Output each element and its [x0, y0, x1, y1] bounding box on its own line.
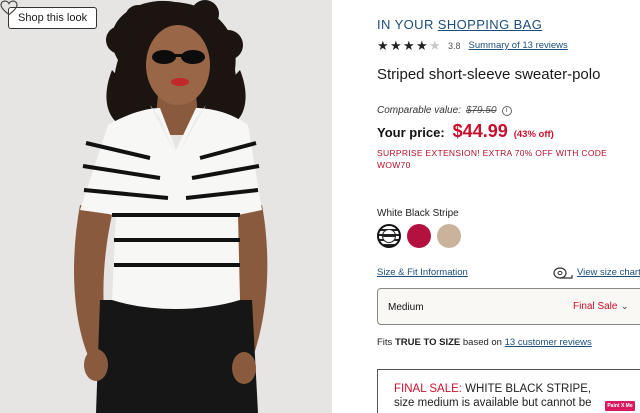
size-dropdown[interactable]: Medium Final Sale ⌄ — [377, 288, 640, 325]
promo-message: SURPRISE EXTENSION! EXTRA 70% OFF WITH C… — [377, 148, 608, 170]
shop-this-look-button[interactable]: Shop this look — [8, 7, 98, 29]
final-sale-notice: FINAL SALE: WHITE BLACK STRIPE, size med… — [377, 369, 640, 413]
fit-middle: based on — [462, 337, 502, 348]
in-bag-notice: IN YOUR SHOPPING BAG — [377, 17, 542, 32]
info-icon[interactable]: i — [501, 105, 512, 116]
measuring-tape-icon — [553, 267, 573, 279]
discount-percent: (43% off) — [513, 129, 554, 140]
model-illustration — [0, 0, 332, 413]
product-photo[interactable]: Shop this look — [0, 0, 332, 413]
star-filled-icon: ★ — [416, 38, 428, 53]
rating-stars: ★ ★ ★ ★ ★ — [377, 39, 442, 52]
size-chart-link[interactable]: View size chart — [577, 267, 640, 278]
star-filled-icon: ★ — [403, 38, 415, 53]
final-sale-text: FINAL SALE: WHITE BLACK STRIPE, size med… — [394, 382, 604, 410]
fit-verdict: TRUE TO SIZE — [394, 337, 461, 348]
star-filled-icon: ★ — [377, 38, 389, 53]
product-title: Striped short-sleeve sweater-polo — [377, 66, 601, 83]
color-swatches — [377, 224, 467, 248]
fit-prefix: Fits — [377, 337, 393, 348]
size-fit-info-link[interactable]: Size & Fit Information — [377, 267, 468, 278]
swatch-tan[interactable] — [437, 224, 461, 248]
product-details: IN YOUR SHOPPING BAG ★ ★ ★ ★ ★ 3.8 Summa… — [377, 0, 640, 413]
reviews-summary-link[interactable]: Summary of 13 reviews — [469, 40, 568, 51]
extension-badge[interactable]: Paint X Me — [605, 401, 635, 411]
star-filled-icon: ★ — [390, 38, 402, 53]
rating-row: ★ ★ ★ ★ ★ 3.8 Summary of 13 reviews — [377, 39, 568, 52]
size-final-sale-note: Final Sale — [573, 301, 618, 312]
chevron-down-icon: ⌄ — [621, 301, 629, 311]
swatch-red[interactable] — [407, 224, 431, 248]
heart-outline-icon[interactable] — [0, 0, 18, 16]
sale-price: $44.99 — [452, 121, 508, 141]
comparable-value: Comparable value: $79.50 i — [377, 105, 512, 116]
your-price-label: Your price: — [377, 125, 445, 140]
size-selected-value: Medium — [388, 302, 424, 313]
swatch-white-black-stripe[interactable] — [377, 224, 401, 248]
your-price: Your price: $44.99 (43% off) — [377, 121, 554, 142]
selected-color-name: White Black Stripe — [377, 208, 459, 219]
fit-summary: Fits TRUE TO SIZE based on 13 customer r… — [377, 337, 592, 348]
in-bag-prefix: IN YOUR — [377, 17, 434, 32]
final-sale-label: FINAL SALE: — [394, 383, 462, 395]
star-empty-icon: ★ — [429, 38, 441, 53]
shopping-bag-link[interactable]: SHOPPING BAG — [438, 17, 543, 32]
comparable-price: $79.50 — [465, 105, 497, 116]
customer-reviews-link[interactable]: 13 customer reviews — [505, 337, 592, 348]
rating-value: 3.8 — [448, 40, 461, 51]
comparable-label: Comparable value: — [377, 105, 461, 116]
size-links-row: Size & Fit Information View size chart — [377, 266, 640, 280]
